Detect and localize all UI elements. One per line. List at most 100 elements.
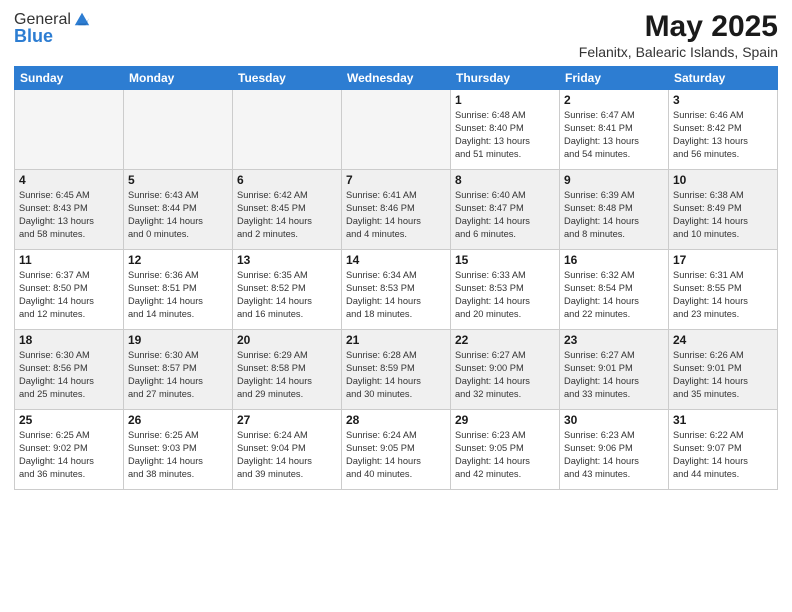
title-block: May 2025 Felanitx, Balearic Islands, Spa… [579, 10, 778, 60]
day-info: Sunrise: 6:23 AMSunset: 9:06 PMDaylight:… [564, 429, 664, 481]
day-info: Sunrise: 6:48 AMSunset: 8:40 PMDaylight:… [455, 109, 555, 161]
day-number: 1 [455, 93, 555, 107]
day-number: 30 [564, 413, 664, 427]
calendar-cell: 12Sunrise: 6:36 AMSunset: 8:51 PMDayligh… [124, 250, 233, 330]
day-number: 7 [346, 173, 446, 187]
weekday-header-sunday: Sunday [15, 67, 124, 90]
day-info: Sunrise: 6:26 AMSunset: 9:01 PMDaylight:… [673, 349, 773, 401]
day-number: 9 [564, 173, 664, 187]
calendar-cell: 2 Sunrise: 6:47 AMSunset: 8:41 PMDaylight… [560, 90, 669, 170]
day-number: 2 [564, 93, 664, 107]
calendar-page: General Blue May 2025 Felanitx, Balearic… [0, 0, 792, 612]
day-info: Sunrise: 6:43 AMSunset: 8:44 PMDaylight:… [128, 189, 228, 241]
calendar-cell: 15 Sunrise: 6:33 AMSunset: 8:53 PMDayligh… [451, 250, 560, 330]
calendar-cell: 23 Sunrise: 6:27 AMSunset: 9:01 PMDayligh… [560, 330, 669, 410]
day-number: 31 [673, 413, 773, 427]
day-info: Sunrise: 6:23 AMSunset: 9:05 PMDaylight:… [455, 429, 555, 481]
week-row-5: 25 Sunrise: 6:25 AMSunset: 9:02 PMDayligh… [15, 410, 778, 490]
calendar-cell: 5 Sunrise: 6:43 AMSunset: 8:44 PMDaylight… [124, 170, 233, 250]
day-number: 26 [128, 413, 228, 427]
day-info: Sunrise: 6:40 AMSunset: 8:47 PMDaylight:… [455, 189, 555, 241]
calendar-cell: 9 Sunrise: 6:39 AMSunset: 8:48 PMDaylight… [560, 170, 669, 250]
day-info: Sunrise: 6:25 AMSunset: 9:02 PMDaylight:… [19, 429, 119, 481]
day-info: Sunrise: 6:24 AMSunset: 9:04 PMDaylight:… [237, 429, 337, 481]
weekday-header-tuesday: Tuesday [233, 67, 342, 90]
day-number: 10 [673, 173, 773, 187]
day-info: Sunrise: 6:39 AMSunset: 8:48 PMDaylight:… [564, 189, 664, 241]
weekday-header-wednesday: Wednesday [342, 67, 451, 90]
calendar-cell: 20Sunrise: 6:29 AMSunset: 8:58 PMDayligh… [233, 330, 342, 410]
day-number: 22 [455, 333, 555, 347]
day-number: 13 [237, 253, 337, 267]
day-info: Sunrise: 6:30 AMSunset: 8:57 PMDaylight:… [128, 349, 228, 401]
day-number: 14 [346, 253, 446, 267]
day-info: Sunrise: 6:32 AMSunset: 8:54 PMDaylight:… [564, 269, 664, 321]
calendar-cell: 25 Sunrise: 6:25 AMSunset: 9:02 PMDayligh… [15, 410, 124, 490]
week-row-4: 18 Sunrise: 6:30 AMSunset: 8:56 PMDayligh… [15, 330, 778, 410]
day-info: Sunrise: 6:42 AMSunset: 8:45 PMDaylight:… [237, 189, 337, 241]
day-number: 18 [19, 333, 119, 347]
calendar-cell: 26Sunrise: 6:25 AMSunset: 9:03 PMDayligh… [124, 410, 233, 490]
day-number: 20 [237, 333, 337, 347]
weekday-header-monday: Monday [124, 67, 233, 90]
location-title: Felanitx, Balearic Islands, Spain [579, 44, 778, 60]
calendar-cell: 3 Sunrise: 6:46 AMSunset: 8:42 PMDaylight… [669, 90, 778, 170]
day-number: 24 [673, 333, 773, 347]
day-number: 29 [455, 413, 555, 427]
day-info: Sunrise: 6:31 AMSunset: 8:55 PMDaylight:… [673, 269, 773, 321]
calendar-cell: 11Sunrise: 6:37 AMSunset: 8:50 PMDayligh… [15, 250, 124, 330]
logo-blue-text: Blue [14, 26, 91, 47]
logo: General Blue [14, 10, 91, 47]
day-info: Sunrise: 6:46 AMSunset: 8:42 PMDaylight:… [673, 109, 773, 161]
calendar-cell: 22Sunrise: 6:27 AMSunset: 9:00 PMDayligh… [451, 330, 560, 410]
weekday-header-row: SundayMondayTuesdayWednesdayThursdayFrid… [15, 67, 778, 90]
day-info: Sunrise: 6:30 AMSunset: 8:56 PMDaylight:… [19, 349, 119, 401]
day-number: 19 [128, 333, 228, 347]
week-row-1: 1 Sunrise: 6:48 AMSunset: 8:40 PMDaylight… [15, 90, 778, 170]
calendar-cell: 17 Sunrise: 6:31 AMSunset: 8:55 PMDayligh… [669, 250, 778, 330]
day-info: Sunrise: 6:24 AMSunset: 9:05 PMDaylight:… [346, 429, 446, 481]
weekday-header-saturday: Saturday [669, 67, 778, 90]
day-info: Sunrise: 6:37 AMSunset: 8:50 PMDaylight:… [19, 269, 119, 321]
day-info: Sunrise: 6:27 AMSunset: 9:01 PMDaylight:… [564, 349, 664, 401]
day-number: 23 [564, 333, 664, 347]
weekday-header-thursday: Thursday [451, 67, 560, 90]
calendar-cell: 18 Sunrise: 6:30 AMSunset: 8:56 PMDayligh… [15, 330, 124, 410]
day-number: 5 [128, 173, 228, 187]
calendar-cell: 19 Sunrise: 6:30 AMSunset: 8:57 PMDayligh… [124, 330, 233, 410]
day-number: 17 [673, 253, 773, 267]
weekday-header-friday: Friday [560, 67, 669, 90]
calendar-cell: 13 Sunrise: 6:35 AMSunset: 8:52 PMDayligh… [233, 250, 342, 330]
day-info: Sunrise: 6:33 AMSunset: 8:53 PMDaylight:… [455, 269, 555, 321]
calendar-cell [233, 90, 342, 170]
day-info: Sunrise: 6:22 AMSunset: 9:07 PMDaylight:… [673, 429, 773, 481]
calendar-cell: 16 Sunrise: 6:32 AMSunset: 8:54 PMDayligh… [560, 250, 669, 330]
day-number: 16 [564, 253, 664, 267]
day-number: 12 [128, 253, 228, 267]
calendar-table: SundayMondayTuesdayWednesdayThursdayFrid… [14, 66, 778, 490]
day-info: Sunrise: 6:45 AMSunset: 8:43 PMDaylight:… [19, 189, 119, 241]
day-number: 28 [346, 413, 446, 427]
calendar-cell [15, 90, 124, 170]
calendar-cell: 1 Sunrise: 6:48 AMSunset: 8:40 PMDaylight… [451, 90, 560, 170]
calendar-cell: 27 Sunrise: 6:24 AMSunset: 9:04 PMDayligh… [233, 410, 342, 490]
calendar-cell: 21Sunrise: 6:28 AMSunset: 8:59 PMDayligh… [342, 330, 451, 410]
day-info: Sunrise: 6:35 AMSunset: 8:52 PMDaylight:… [237, 269, 337, 321]
day-number: 27 [237, 413, 337, 427]
day-number: 25 [19, 413, 119, 427]
week-row-2: 4Sunrise: 6:45 AMSunset: 8:43 PMDaylight… [15, 170, 778, 250]
calendar-cell: 7Sunrise: 6:41 AMSunset: 8:46 PMDaylight… [342, 170, 451, 250]
calendar-cell: 31 Sunrise: 6:22 AMSunset: 9:07 PMDayligh… [669, 410, 778, 490]
day-number: 15 [455, 253, 555, 267]
day-info: Sunrise: 6:47 AMSunset: 8:41 PMDaylight:… [564, 109, 664, 161]
day-number: 3 [673, 93, 773, 107]
calendar-cell: 10Sunrise: 6:38 AMSunset: 8:49 PMDayligh… [669, 170, 778, 250]
calendar-cell [124, 90, 233, 170]
day-number: 8 [455, 173, 555, 187]
calendar-cell: 6Sunrise: 6:42 AMSunset: 8:45 PMDaylight… [233, 170, 342, 250]
month-title: May 2025 [579, 10, 778, 44]
day-info: Sunrise: 6:34 AMSunset: 8:53 PMDaylight:… [346, 269, 446, 321]
calendar-cell: 24 Sunrise: 6:26 AMSunset: 9:01 PMDayligh… [669, 330, 778, 410]
calendar-cell [342, 90, 451, 170]
calendar-cell: 29 Sunrise: 6:23 AMSunset: 9:05 PMDayligh… [451, 410, 560, 490]
